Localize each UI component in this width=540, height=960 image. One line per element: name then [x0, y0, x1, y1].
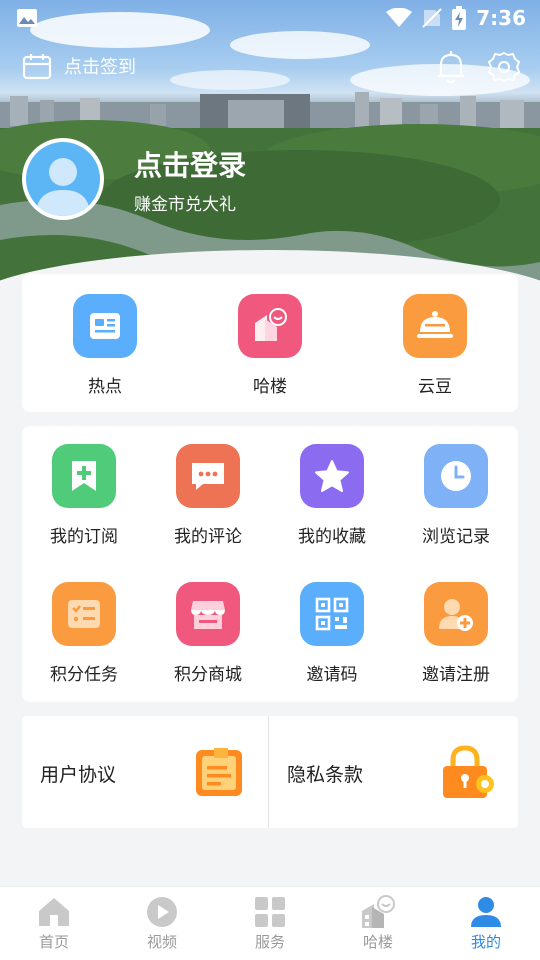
quick-item-hot[interactable]: 热点 — [72, 294, 138, 397]
battery-charging-icon — [452, 6, 467, 30]
building-icon — [238, 294, 302, 358]
gear-icon[interactable] — [488, 50, 520, 84]
tab-services[interactable]: 服务 — [230, 895, 310, 952]
user-icon — [471, 897, 501, 927]
feature-label: 我的订阅 — [50, 527, 118, 547]
top-bar: 点击签到 — [0, 46, 540, 90]
checkin-label: 点击签到 — [64, 57, 136, 78]
dish-icon — [403, 294, 467, 358]
tab-label: 首页 — [38, 933, 69, 951]
feature-invite-code[interactable]: 邀请码 — [289, 582, 375, 685]
bell-icon[interactable] — [436, 50, 466, 84]
checkin-button[interactable]: 点击签到 — [22, 52, 136, 80]
agreements-card: 用户协议 隐私条款 — [22, 716, 518, 828]
qr-code-icon — [300, 582, 364, 646]
quick-entry-card: 热点 哈楼 云豆 — [22, 274, 518, 412]
default-avatar-icon — [36, 158, 90, 216]
news-icon — [73, 294, 137, 358]
privacy-policy-label: 隐私条款 — [287, 764, 364, 786]
building-icon — [362, 895, 395, 928]
bottom-navigation: 首页 视频 服务 哈楼 我的 — [0, 886, 540, 960]
tab-label: 服务 — [254, 933, 285, 951]
feature-label: 邀请码 — [306, 665, 358, 685]
feature-label: 我的评论 — [174, 527, 242, 547]
feature-comments[interactable]: 我的评论 — [165, 444, 251, 547]
login-subtitle: 赚金市兑大礼 — [134, 195, 236, 215]
feature-subscriptions[interactable]: 我的订阅 — [41, 444, 127, 547]
tab-halou[interactable]: 哈楼 — [338, 895, 418, 952]
star-icon — [300, 444, 364, 508]
tab-video[interactable]: 视频 — [122, 895, 202, 952]
feature-invite-register[interactable]: 邀请注册 — [413, 582, 499, 685]
play-icon — [147, 897, 177, 927]
quick-item-label: 云豆 — [418, 377, 452, 397]
quick-item-label: 热点 — [88, 377, 122, 397]
profile-section[interactable]: 点击登录 赚金市兑大礼 — [22, 138, 422, 222]
add-user-icon — [424, 582, 488, 646]
tab-label: 哈楼 — [362, 933, 393, 951]
user-agreement-button[interactable]: 用户协议 — [22, 716, 268, 828]
home-icon — [39, 898, 69, 926]
quick-item-yundou[interactable]: 云豆 — [402, 294, 468, 397]
privacy-policy-button[interactable]: 隐私条款 — [269, 716, 518, 828]
login-prompt[interactable]: 点击登录 — [134, 144, 246, 184]
status-time: 7:36 — [476, 6, 526, 30]
feature-point-store[interactable]: 积分商城 — [165, 582, 251, 685]
tab-home[interactable]: 首页 — [14, 895, 94, 952]
quick-item-halou[interactable]: 哈楼 — [237, 294, 303, 397]
feature-history[interactable]: 浏览记录 — [413, 444, 499, 547]
user-agreement-label: 用户协议 — [40, 764, 117, 786]
feature-label: 积分商城 — [174, 665, 242, 685]
document-icon — [196, 748, 242, 796]
bookmark-plus-icon — [52, 444, 116, 508]
feature-point-tasks[interactable]: 积分任务 — [41, 582, 127, 685]
gallery-notification-icon — [17, 9, 37, 27]
task-list-icon — [52, 582, 116, 646]
calendar-icon — [22, 54, 52, 80]
avatar[interactable] — [22, 138, 104, 220]
clock-icon — [424, 444, 488, 508]
quick-item-label: 哈楼 — [253, 377, 287, 397]
no-sim-icon — [422, 8, 442, 28]
features-card: 我的订阅 我的评论 我的收藏 浏览记录 积分任务 积分商城 邀请码 邀请注册 — [22, 426, 518, 702]
wifi-icon — [386, 8, 413, 27]
status-bar: 7:36 — [0, 0, 540, 36]
feature-favorites[interactable]: 我的收藏 — [289, 444, 375, 547]
feature-label: 我的收藏 — [298, 527, 366, 547]
tab-label: 视频 — [146, 933, 177, 951]
tab-mine[interactable]: 我的 — [446, 895, 526, 952]
feature-label: 邀请注册 — [422, 665, 490, 685]
store-icon — [176, 582, 240, 646]
feature-label: 浏览记录 — [422, 527, 490, 547]
comment-icon — [176, 444, 240, 508]
lock-icon — [443, 745, 494, 798]
feature-label: 积分任务 — [50, 665, 118, 685]
grid-icon — [255, 897, 285, 927]
tab-label: 我的 — [470, 933, 501, 951]
